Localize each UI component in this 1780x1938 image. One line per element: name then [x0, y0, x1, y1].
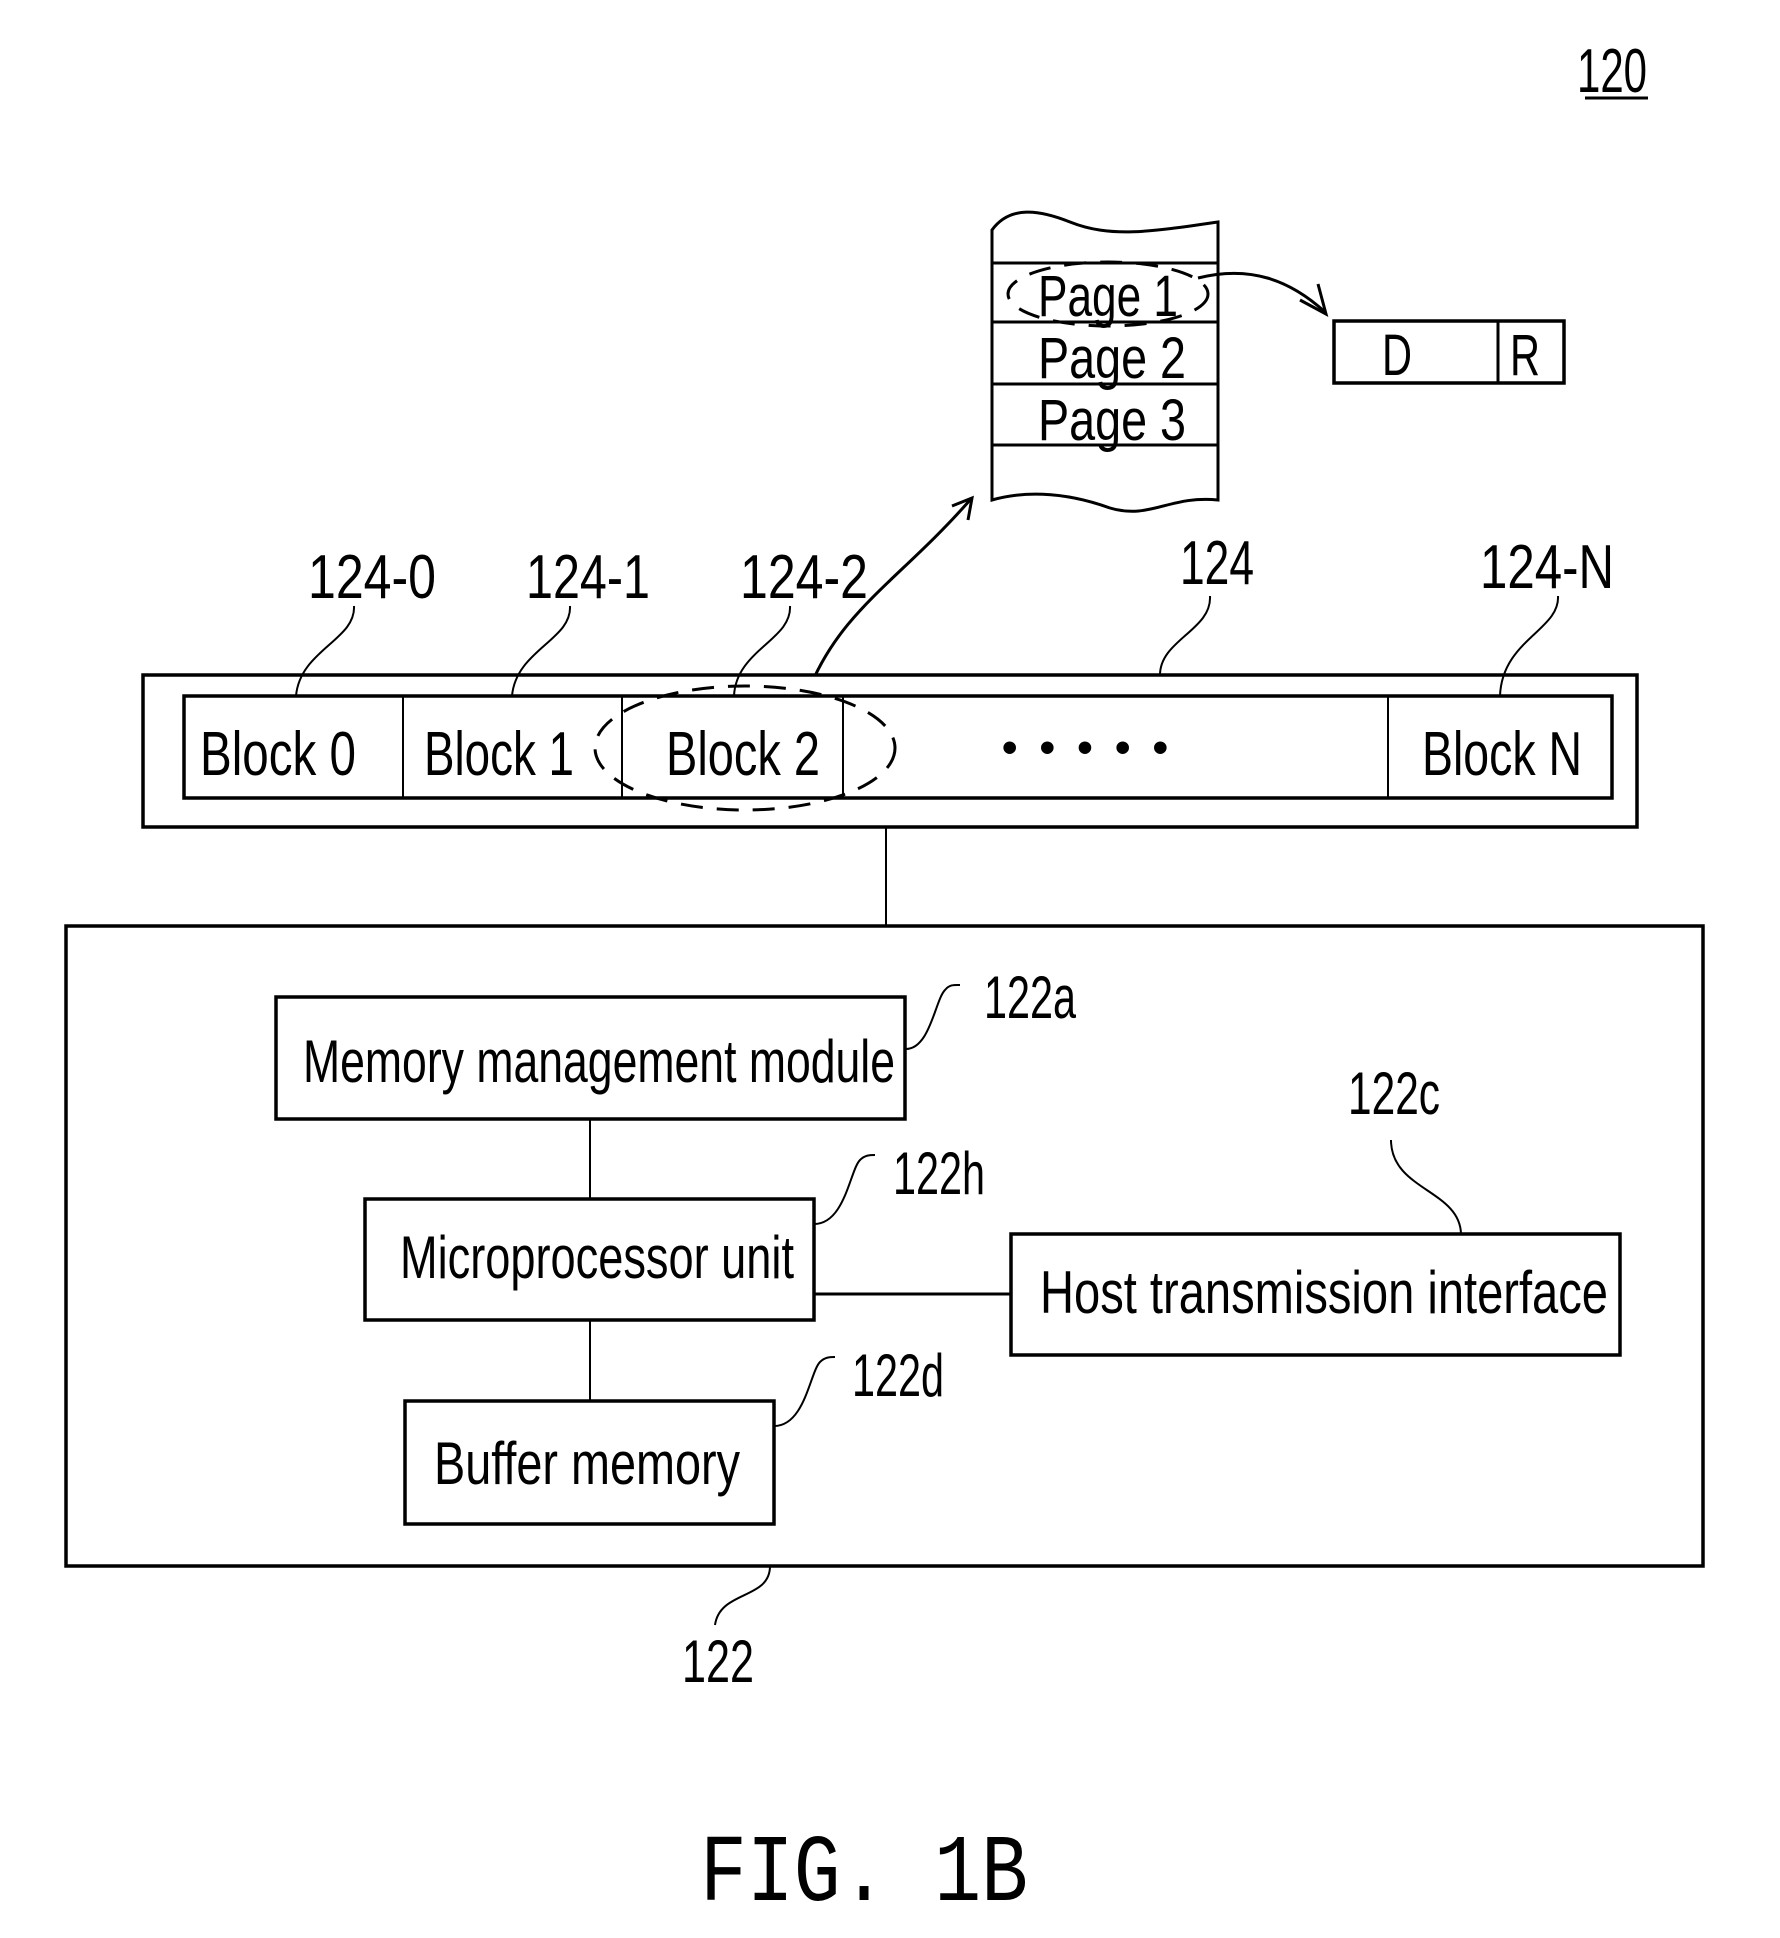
microprocessor-unit-label: Microprocessor unit: [400, 1224, 794, 1291]
ref-124-N: 124-N: [1480, 533, 1614, 602]
ref-124-2: 124-2: [740, 543, 868, 612]
block-1: Block 1: [424, 720, 574, 789]
block-2: Block 2: [666, 720, 820, 789]
page-1-label: Page 1: [1038, 264, 1178, 329]
block-0: Block 0: [200, 720, 356, 789]
figure-caption: FIG. 1B: [700, 1820, 1028, 1929]
block-ellipsis: • • • • •: [1002, 723, 1168, 772]
block-n: Block N: [1422, 720, 1582, 789]
memory-management-module-label: Memory management module: [303, 1028, 895, 1095]
leader-122: [714, 1565, 771, 1626]
buffer-memory-label: Buffer memory: [434, 1430, 740, 1497]
patent-diagram: 120 Page 1 Page 2 Page 3 D R Block 0 Blo…: [64, 37, 1705, 1929]
ref-122h: 122h: [893, 1140, 985, 1207]
ref-124: 124: [1180, 529, 1254, 598]
ref-124-1: 124-1: [526, 543, 650, 612]
page-2-label: Page 2: [1038, 326, 1186, 391]
ref-124-0: 124-0: [308, 543, 436, 612]
host-transmission-interface-label: Host transmission interface: [1040, 1259, 1608, 1326]
redundancy-field-label: R: [1510, 323, 1540, 388]
ref-122d: 122d: [852, 1342, 944, 1409]
ref-122c: 122c: [1348, 1060, 1440, 1127]
ref-122a: 122a: [984, 964, 1076, 1031]
figure-reference: 120: [1577, 37, 1647, 106]
page-3-label: Page 3: [1038, 388, 1186, 453]
leader-124: [1159, 595, 1212, 676]
memory-block-strip: [182, 694, 1614, 800]
ref-122: 122: [682, 1628, 754, 1695]
data-field-label: D: [1382, 323, 1412, 388]
